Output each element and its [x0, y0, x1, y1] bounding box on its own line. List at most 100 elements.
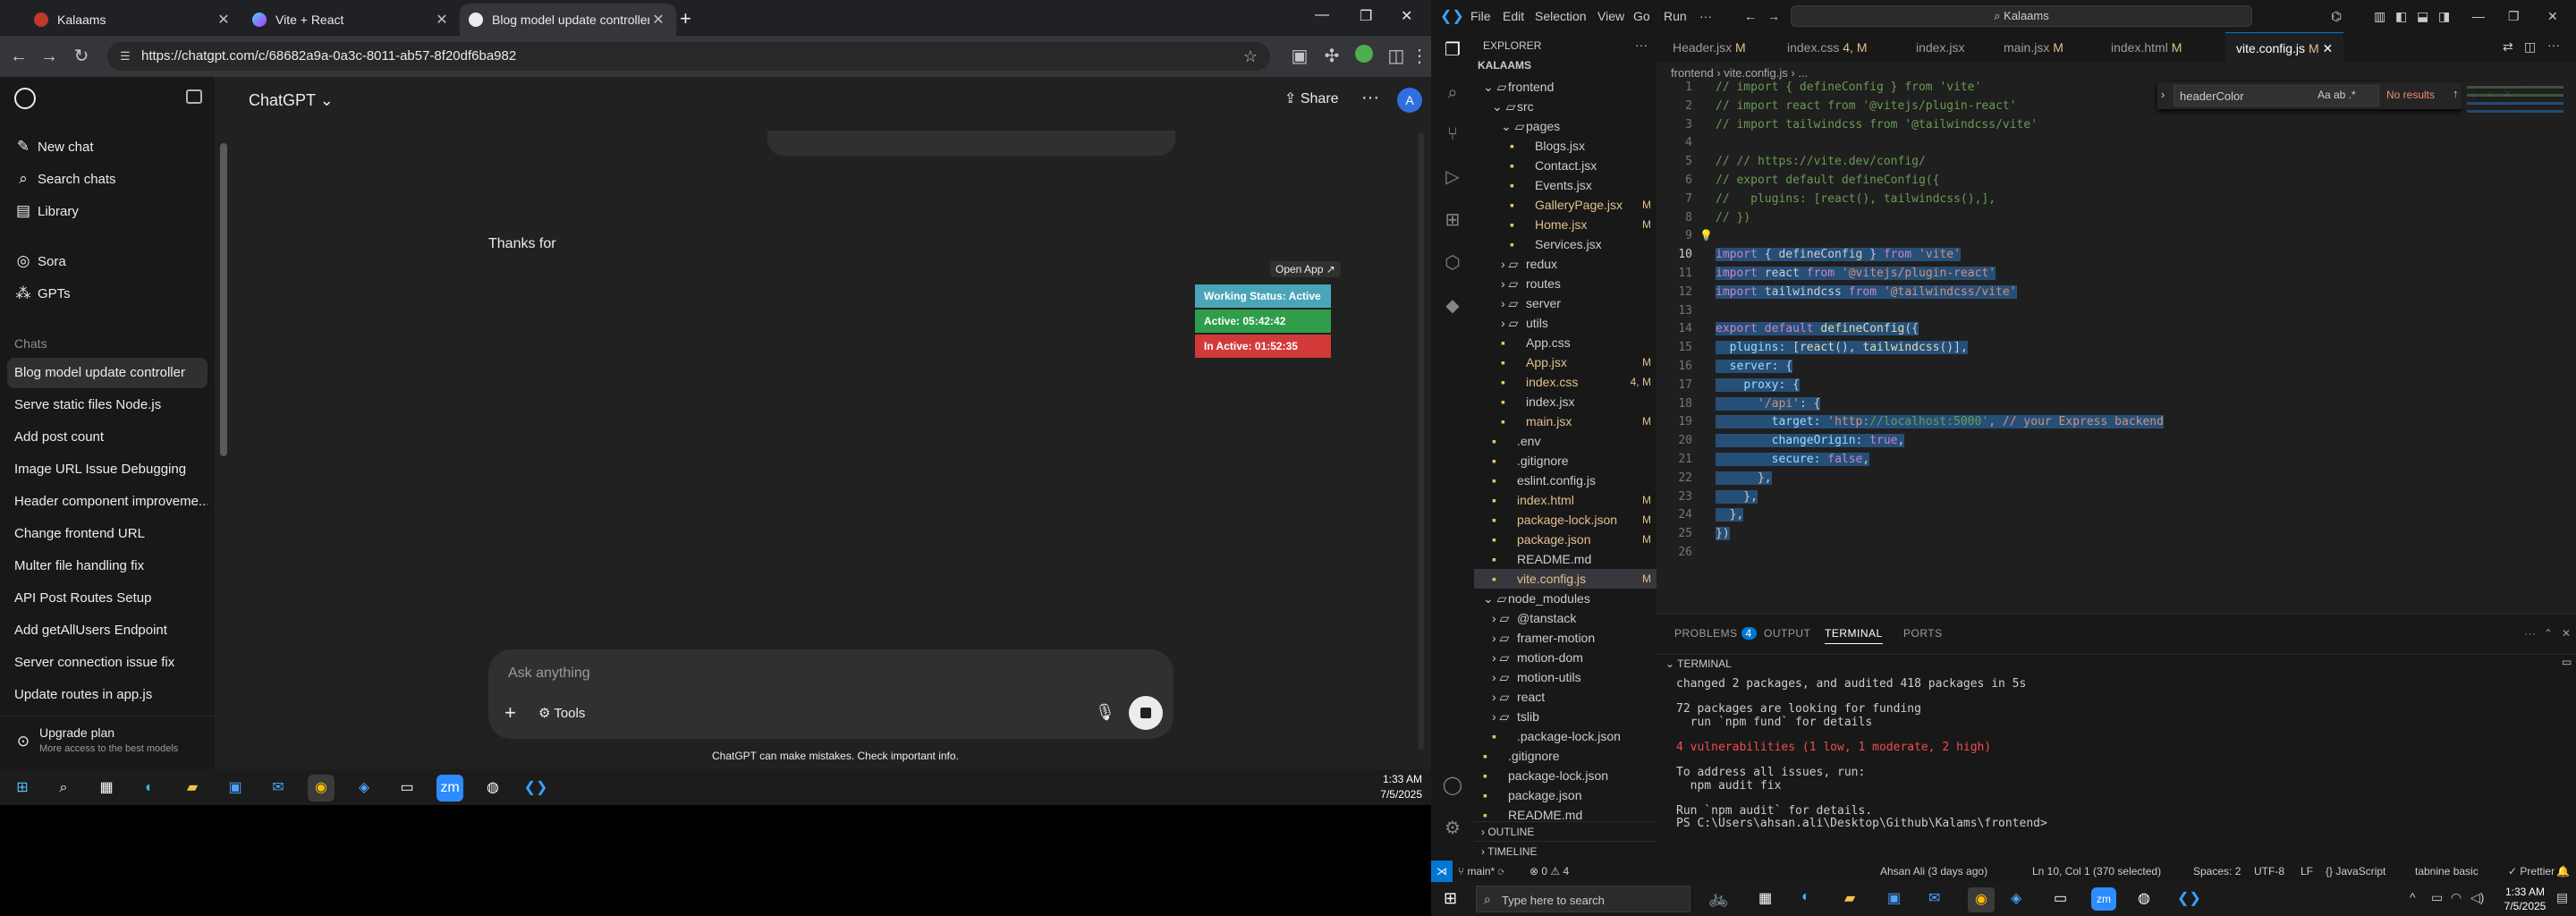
tree-file[interactable]: ▪ vite.config.js M: [1474, 569, 1657, 589]
close-tab-icon[interactable]: ✕: [433, 11, 451, 29]
close-window-button[interactable]: ✕: [2547, 9, 2558, 24]
close-window-button[interactable]: ✕: [1401, 7, 1412, 25]
tree-folder[interactable]: › ▱ tslib: [1492, 707, 1657, 726]
notifications-bell-icon[interactable]: 🔔: [2556, 865, 2570, 878]
chat-item[interactable]: Serve static files Node.js: [7, 390, 208, 420]
toggle-panel-icon[interactable]: ⬓: [2417, 9, 2428, 24]
search-icon[interactable]: ⌕: [50, 775, 77, 802]
zoom-icon[interactable]: zm: [436, 775, 463, 802]
code-editor[interactable]: 1 // import { defineConfig } from 'vite' 2…: [1657, 81, 2462, 564]
tree-folder[interactable]: › ▱ motion-dom: [1492, 648, 1657, 667]
close-tab-icon[interactable]: ✕: [2323, 41, 2334, 55]
toggle-sidebar-icon[interactable]: ◧: [2395, 9, 2407, 24]
output-tab[interactable]: OUTPUT: [1764, 627, 1810, 640]
site-info-icon[interactable]: ☰: [120, 42, 131, 71]
close-tab-icon[interactable]: ✕: [649, 11, 667, 29]
breadcrumb[interactable]: frontend › vite.config.js › ...: [1671, 66, 1808, 80]
terminal-icon[interactable]: ▭: [2054, 889, 2067, 907]
chat-scrollbar[interactable]: [1419, 132, 1424, 750]
library-link[interactable]: Library: [38, 204, 79, 219]
vscode-icon[interactable]: ❮❯: [2177, 889, 2201, 907]
openai-logo-icon[interactable]: [14, 88, 36, 109]
tree-file[interactable]: ▪ index.html M: [1492, 490, 1657, 510]
tree-file[interactable]: ▪ .env: [1492, 431, 1657, 451]
sidebar-icon[interactable]: ◫: [1385, 45, 1408, 68]
editor-more-icon[interactable]: ···: [2547, 38, 2560, 52]
tree-folder[interactable]: › ▱ redux: [1501, 254, 1657, 274]
menu-more[interactable]: ···: [1699, 9, 1712, 23]
tree-folder[interactable]: › ▱ react: [1492, 687, 1657, 707]
tabnine-icon[interactable]: ◆: [1440, 293, 1465, 318]
mail-icon[interactable]: ✉: [265, 775, 292, 802]
menu-edit[interactable]: Edit: [1503, 9, 1524, 23]
tools-button[interactable]: ⚙ Tools: [538, 705, 585, 721]
settings-gear-icon[interactable]: ⚙: [1440, 816, 1465, 841]
browser-menu-icon[interactable]: ⋮: [1408, 45, 1431, 68]
close-tab-icon[interactable]: ✕: [215, 11, 233, 29]
editor-tab-index-jsx[interactable]: index.jsx: [1916, 32, 1964, 63]
tabnine-status[interactable]: tabnine basic: [2415, 865, 2479, 878]
profile-icon[interactable]: [1352, 45, 1376, 68]
zoom-icon[interactable]: zm: [2091, 887, 2116, 911]
explorer-icon[interactable]: ❐: [1440, 38, 1465, 63]
store-icon[interactable]: ▣: [222, 775, 249, 802]
tree-folder[interactable]: › ▱ framer-motion: [1492, 628, 1657, 648]
taskbar-time[interactable]: 1:33 AM: [2501, 886, 2549, 898]
store-icon[interactable]: ▣: [1887, 889, 1901, 907]
tree-file[interactable]: ▪ .gitignore: [1492, 451, 1657, 471]
explorer-more-icon[interactable]: ···: [1635, 38, 1648, 52]
tree-file[interactable]: ▪ App.jsx M: [1501, 352, 1657, 372]
sidebar-scrollbar[interactable]: [220, 143, 227, 456]
taskbar-search-box[interactable]: ⌕ Type here to search: [1476, 886, 1690, 912]
minimize-button[interactable]: —: [2472, 9, 2485, 23]
cursor-position[interactable]: Ln 10, Col 1 (370 selected): [2032, 865, 2161, 878]
problems-tab[interactable]: PROBLEMS 4: [1674, 627, 1757, 640]
tree-file[interactable]: ▪ Contact.jsx: [1510, 156, 1657, 175]
mail-icon[interactable]: ✉: [1928, 889, 1940, 907]
tree-file[interactable]: ▪ Events.jsx: [1510, 175, 1657, 195]
timeline-section[interactable]: › TIMELINE: [1474, 841, 1657, 861]
menu-view[interactable]: View: [1597, 9, 1624, 23]
tree-folder[interactable]: › ▱ routes: [1501, 274, 1657, 293]
eol[interactable]: LF: [2301, 865, 2313, 878]
file-explorer-icon[interactable]: ▰: [1844, 889, 1855, 907]
nav-back-icon[interactable]: ←: [1744, 9, 1757, 23]
taskbar-date[interactable]: 7/5/2025: [2501, 900, 2549, 912]
volume-icon[interactable]: ◁): [2470, 890, 2484, 905]
terminal-tab[interactable]: TERMINAL: [1825, 627, 1883, 644]
new-tab-button[interactable]: +: [680, 7, 691, 30]
problems-status[interactable]: ⊗ 0 ⚠ 4: [1530, 865, 1569, 878]
tray-overflow-icon[interactable]: ^: [2410, 890, 2416, 904]
vscode-icon[interactable]: ❮❯: [522, 775, 549, 802]
edge-icon[interactable]: ◐: [136, 775, 163, 802]
chat-item[interactable]: Multer file handling fix: [7, 551, 208, 581]
address-bar[interactable]: ☰ https://chatgpt.com/c/68682a9a-0a3c-80…: [107, 42, 1270, 71]
search-chats-link[interactable]: Search chats: [38, 172, 116, 187]
tree-folder[interactable]: › ▱ utils: [1501, 313, 1657, 333]
reload-icon[interactable]: ↻: [70, 45, 93, 68]
toggle-secondary-sidebar-icon[interactable]: ◨: [2438, 9, 2450, 24]
avatar[interactable]: A: [1397, 88, 1422, 113]
prettier-status[interactable]: ✓ Prettier: [2508, 865, 2555, 878]
share-button[interactable]: ⇪ Share: [1284, 89, 1339, 107]
sora-link[interactable]: Sora: [38, 254, 66, 269]
terminal-icon[interactable]: ▭: [2562, 656, 2576, 668]
new-chat-link[interactable]: New chat: [38, 140, 94, 155]
editor-tab-vite-config[interactable]: vite.config.js M ✕: [2225, 32, 2344, 63]
tree-file[interactable]: ▪ package-lock.json M: [1492, 510, 1657, 530]
git-blame[interactable]: Ahsan Ali (3 days ago): [1880, 865, 1987, 878]
compare-icon[interactable]: ⇄: [2503, 39, 2513, 55]
chat-item[interactable]: Blog model update controller: [7, 358, 208, 388]
collapse-sidebar-icon[interactable]: [186, 89, 202, 104]
browser-tab-chatgpt[interactable]: Blog model update controller ✕: [460, 4, 676, 36]
maximize-button[interactable]: ❐: [2508, 9, 2520, 24]
search-icon[interactable]: ⌕: [1440, 81, 1465, 106]
tree-folder[interactable]: › ▱ motion-utils: [1492, 667, 1657, 687]
tree-file[interactable]: ▪ eslint.config.js: [1492, 471, 1657, 490]
encoding[interactable]: UTF-8: [2254, 865, 2284, 878]
vscode-alt-icon[interactable]: ◈: [351, 775, 377, 802]
menu-file[interactable]: File: [1470, 9, 1491, 23]
tree-folder[interactable]: › ▱ @tanstack: [1492, 608, 1657, 628]
task-view-icon[interactable]: ▦: [93, 775, 120, 802]
tree-folder[interactable]: ⌄ ▱ frontend: [1483, 77, 1657, 97]
